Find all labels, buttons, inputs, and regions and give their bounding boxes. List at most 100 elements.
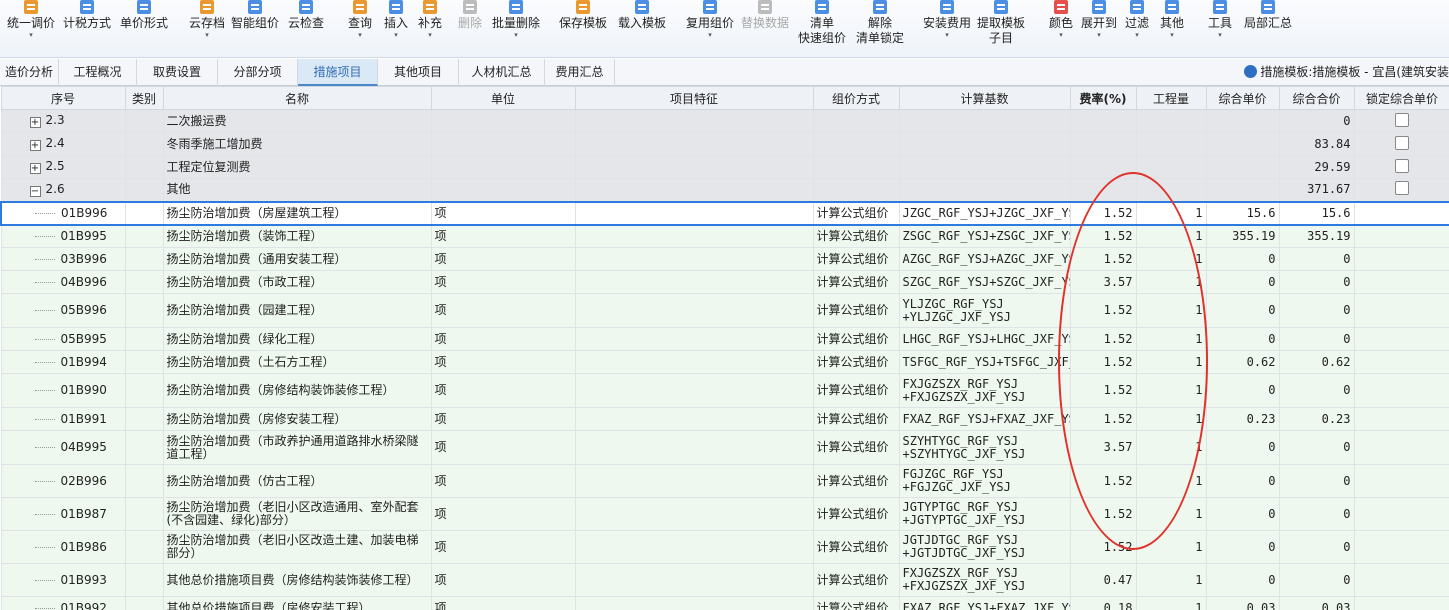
qty-cell[interactable]: 1 [1135,270,1207,294]
feature-cell[interactable] [574,247,814,271]
qty-cell[interactable]: 1 [1135,407,1207,431]
table-row[interactable]: 01B986 扬尘防治增加费（老旧小区改造土建、加装电梯部分）项 计算公式组价 JGT… [0,530,1449,564]
base-cell[interactable] [898,178,1071,202]
name-cell[interactable]: 扬尘防治增加费（园建工程） [162,293,432,328]
table-row[interactable]: 01B994 扬尘防治增加费（土石方工程）项 计算公式组价 TSFGC_RGF_YSJ… [0,350,1449,374]
method-cell[interactable]: 计算公式组价 [812,373,900,408]
cloud-check-button[interactable]: 云检查 [286,0,326,57]
column-header-6[interactable]: 计算基数 [898,86,1071,110]
lock-price-checkbox[interactable] [1395,135,1409,150]
chevron-down-icon[interactable]: ▾ [1158,31,1186,39]
tab-4[interactable]: 措施项目 [298,59,378,86]
base-cell[interactable] [898,132,1071,156]
name-cell[interactable]: 扬尘防治增加费（房修结构装饰装修工程） [162,373,432,408]
chevron-down-icon[interactable]: ▾ [382,31,410,39]
feature-cell[interactable] [574,596,814,610]
lock-price-checkbox[interactable] [1395,112,1409,127]
feature-cell[interactable] [574,563,814,597]
qty-cell[interactable] [1135,178,1207,202]
install-fee-button[interactable]: 安装费用 ▾ [921,0,973,57]
column-header-2[interactable]: 名称 [162,86,432,110]
base-cell[interactable]: JZGC_RGF_YSJ+JZGC_JXF_YSJ [898,200,1071,226]
rate-cell[interactable]: 3.57 [1069,430,1137,465]
feature-cell[interactable] [574,109,814,133]
smart-pricing-button[interactable]: 智能组价 [229,0,281,57]
rate-cell[interactable] [1069,132,1137,156]
table-row[interactable]: 01B991 扬尘防治增加费（房修安装工程）项 计算公式组价 FXAZ_RGF_YSJ… [0,407,1449,431]
name-cell[interactable]: 扬尘防治增加费（装饰工程） [162,224,432,248]
name-cell[interactable]: 其他总价措施项目费（房修结构装饰装修工程） [162,563,432,597]
method-cell[interactable]: 计算公式组价 [812,464,900,498]
category-cell[interactable] [124,373,164,408]
column-header-10[interactable]: 综合合价 [1278,86,1355,110]
base-cell[interactable] [898,109,1071,133]
name-cell[interactable]: 扬尘防治增加费（老旧小区改造土建、加装电梯部分） [162,530,432,564]
qty-cell[interactable]: 1 [1135,350,1207,374]
column-header-7[interactable]: 费率(%) [1069,86,1137,110]
rate-cell[interactable]: 3.57 [1069,270,1137,294]
base-cell[interactable]: SZYHTYGC_RGF_YSJ +SZYHTYGC_JXF_YSJ [898,430,1071,465]
rate-cell[interactable]: 1.52 [1069,200,1137,226]
unit-cell[interactable] [430,178,576,202]
qty-cell[interactable] [1135,132,1207,156]
name-cell[interactable]: 扬尘防治增加费（房修安装工程） [162,407,432,431]
category-cell[interactable] [124,430,164,465]
unit-cell[interactable]: 项 [430,224,576,248]
method-cell[interactable]: 计算公式组价 [812,293,900,328]
qty-cell[interactable]: 1 [1135,530,1207,564]
feature-cell[interactable] [574,200,814,226]
qty-cell[interactable]: 1 [1135,224,1207,248]
column-header-11[interactable]: 锁定综合单价 [1353,86,1449,110]
rate-cell[interactable] [1069,178,1137,202]
method-cell[interactable] [812,178,900,202]
unit-cell[interactable]: 项 [430,563,576,597]
tab-7[interactable]: 费用汇总 [545,59,615,86]
batch-delete-button[interactable]: 批量删除 ▾ [490,0,542,57]
category-cell[interactable] [124,109,164,133]
feature-cell[interactable] [574,497,814,531]
base-cell[interactable] [898,155,1071,179]
lock-price-checkbox[interactable] [1395,158,1409,173]
name-cell[interactable]: 其他 [162,178,432,202]
name-cell[interactable]: 扬尘防治增加费（土石方工程） [162,350,432,374]
unit-cell[interactable] [430,155,576,179]
chevron-down-icon[interactable]: ▾ [1048,31,1074,39]
qty-cell[interactable]: 1 [1135,563,1207,597]
method-cell[interactable]: 计算公式组价 [812,270,900,294]
qty-cell[interactable]: 1 [1135,497,1207,531]
unit-cell[interactable]: 项 [430,270,576,294]
feature-cell[interactable] [574,132,814,156]
chevron-down-icon[interactable]: ▾ [1079,31,1119,39]
table-row[interactable]: 01B993 其他总价措施项目费（房修结构装饰装修工程）项 计算公式组价 FXJGZS… [0,563,1449,597]
base-cell[interactable]: TSFGC_RGF_YSJ+TSFGC_JXF_YSJ [898,350,1071,374]
column-header-5[interactable]: 组价方式 [812,86,900,110]
qty-cell[interactable]: 1 [1135,596,1207,610]
feature-cell[interactable] [574,327,814,351]
category-cell[interactable] [124,563,164,597]
section-row[interactable]: +2.3 二次搬运费 0 [0,109,1449,133]
qty-cell[interactable]: 1 [1135,430,1207,465]
chevron-down-icon[interactable]: ▾ [346,31,374,39]
column-header-0[interactable]: 序号 [0,86,126,110]
feature-cell[interactable] [574,224,814,248]
column-header-1[interactable]: 类别 [124,86,164,110]
unit-price-form-button[interactable]: 单价形式 [118,0,170,57]
unit-cell[interactable]: 项 [430,350,576,374]
table-row[interactable]: 03B996 扬尘防治增加费（通用安装工程）项 计算公式组价 AZGC_RGF_YSJ… [0,247,1449,271]
chevron-down-icon[interactable]: ▾ [187,31,227,39]
tab-6[interactable]: 人材机汇总 [459,59,545,86]
method-cell[interactable]: 计算公式组价 [812,596,900,610]
feature-cell[interactable] [574,178,814,202]
unit-cell[interactable]: 项 [430,407,576,431]
method-cell[interactable]: 计算公式组价 [812,350,900,374]
table-row[interactable]: 01B996 扬尘防治增加费（房屋建筑工程）项 计算公式组价 JZGC_RGF_YSJ… [0,200,1449,226]
table-row[interactable]: 04B996 扬尘防治增加费（市政工程）项 计算公式组价 SZGC_RGF_YSJ+S… [0,270,1449,294]
method-cell[interactable]: 计算公式组价 [812,563,900,597]
feature-cell[interactable] [574,293,814,328]
rate-cell[interactable]: 1.52 [1069,373,1137,408]
rate-cell[interactable]: 1.52 [1069,327,1137,351]
method-cell[interactable]: 计算公式组价 [812,200,900,226]
category-cell[interactable] [124,155,164,179]
unit-cell[interactable]: 项 [430,530,576,564]
partial-summary-button[interactable]: 局部汇总 [1242,0,1294,57]
